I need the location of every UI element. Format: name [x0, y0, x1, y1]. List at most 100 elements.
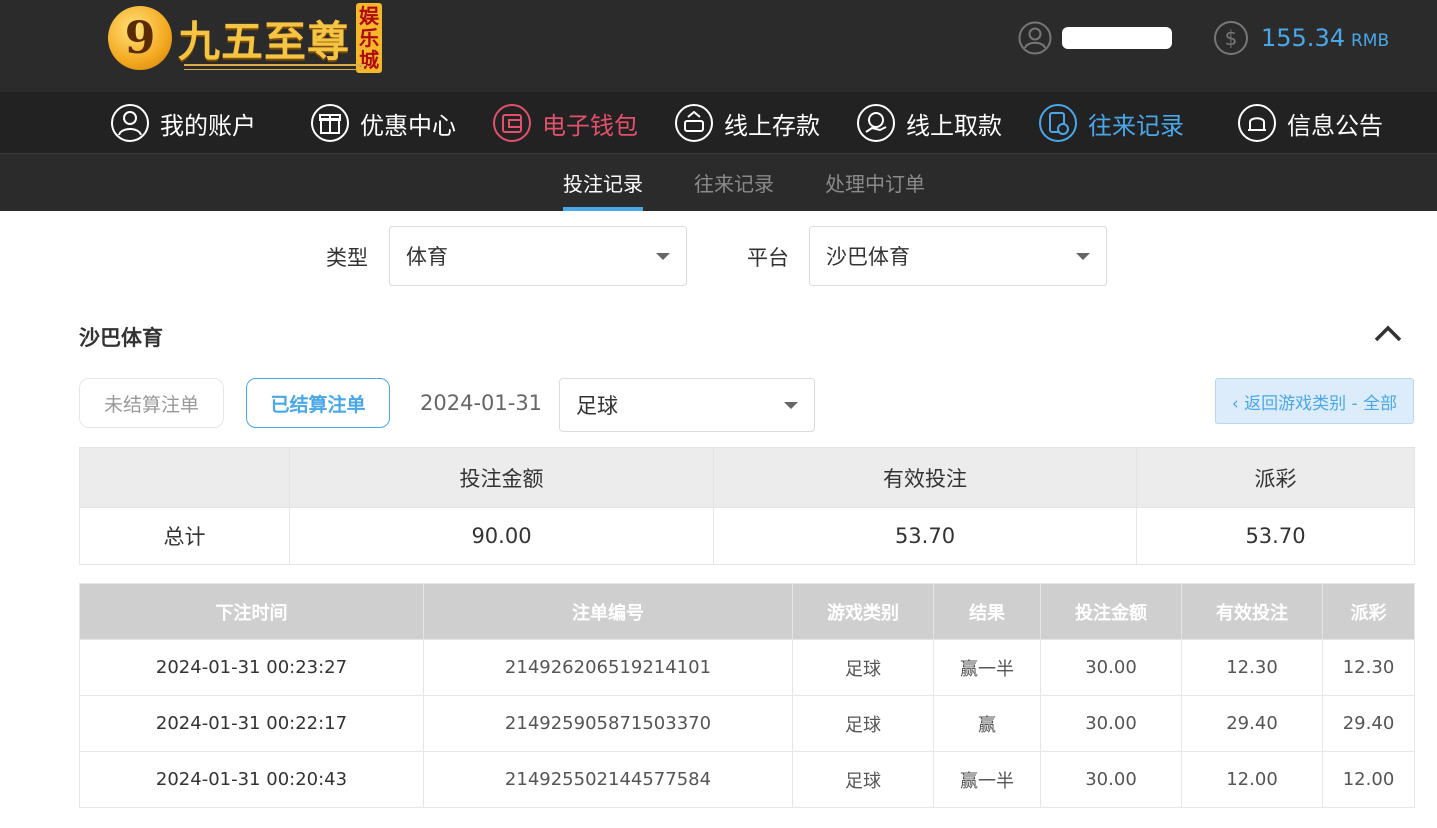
bet-amount: 30.00	[1040, 695, 1182, 752]
game-category: 足球	[792, 639, 934, 696]
platform-label: 平台	[747, 246, 789, 270]
table-row: 2024-01-31 00:20:43 214925502144577584 足…	[79, 751, 1415, 808]
nav-label: 往来记录	[1088, 111, 1184, 140]
tab-bet-records[interactable]: 投注记录	[563, 168, 643, 211]
summary-total-label: 总计	[79, 507, 290, 565]
summary-header-bet-amount: 投注金额	[289, 447, 714, 508]
valid-bet: 12.30	[1181, 639, 1323, 696]
bet-time: 2024-01-31 00:22:17	[79, 695, 424, 752]
caret-down-icon	[656, 253, 670, 260]
header-payout: 派彩	[1322, 583, 1415, 640]
summary-header-valid-bet: 有效投注	[713, 447, 1137, 508]
sport-select[interactable]: 足球	[559, 378, 815, 432]
summary-header-blank	[79, 447, 290, 508]
date-display[interactable]: 2024-01-31	[420, 391, 542, 415]
bet-id: 214926206519214101	[423, 639, 793, 696]
nav-label: 线上取款	[906, 111, 1002, 140]
bell-icon	[1238, 104, 1276, 142]
tab-transaction-records[interactable]: 往来记录	[694, 168, 774, 211]
header-bet-time: 下注时间	[79, 583, 424, 640]
dollar-icon: $	[1214, 21, 1248, 55]
deposit-icon	[675, 104, 713, 142]
main-nav: 我的账户 优惠中心 电子钱包 线上存款 线上取款 往来记录 信息公告	[0, 92, 1437, 154]
summary-payout: 53.70	[1136, 507, 1415, 565]
type-select-value: 体育	[406, 245, 448, 269]
bet-result: 赢	[933, 695, 1041, 752]
bet-detail-table: 下注时间 注单编号 游戏类别 结果 投注金额 有效投注 派彩 2024-01-3…	[79, 583, 1415, 808]
logo-mark: 9	[108, 6, 172, 70]
caret-down-icon	[1076, 253, 1090, 260]
logo-tag-char: 娱	[359, 4, 380, 28]
summary-header-row: 投注金额 有效投注 派彩	[79, 447, 1415, 508]
chevron-up-icon[interactable]	[1372, 320, 1404, 346]
nav-announcements[interactable]: 信息公告	[1237, 101, 1383, 145]
table-row: 2024-01-31 00:22:17 214925905871503370 足…	[79, 695, 1415, 752]
wallet-icon	[493, 104, 531, 142]
header-bet-amount: 投注金额	[1040, 583, 1182, 640]
nav-label: 线上存款	[724, 111, 820, 140]
bet-amount: 30.00	[1040, 751, 1182, 808]
section-title: 沙巴体育	[79, 326, 163, 350]
svg-text:$: $	[1225, 26, 1238, 50]
bet-result: 赢一半	[933, 751, 1041, 808]
balance-currency: RMB	[1350, 31, 1390, 51]
bet-amount: 30.00	[1040, 639, 1182, 696]
summary-valid-bet: 53.70	[713, 507, 1137, 565]
logo-tag: 娱 乐 城	[356, 3, 383, 73]
nav-label: 优惠中心	[360, 111, 456, 140]
nav-label: 我的账户	[160, 111, 256, 140]
user-circle-icon	[111, 104, 149, 142]
payout: 12.00	[1322, 751, 1415, 808]
records-icon	[1039, 104, 1077, 142]
withdraw-icon	[857, 104, 895, 142]
tab-pending-orders[interactable]: 处理中订单	[825, 168, 925, 211]
nav-label: 电子钱包	[542, 111, 638, 140]
nav-wallet[interactable]: 电子钱包	[492, 101, 638, 145]
logo-tag-char: 乐	[359, 26, 380, 50]
nav-label: 信息公告	[1287, 111, 1383, 140]
gift-icon	[311, 104, 349, 142]
settled-bets-button[interactable]: 已结算注单	[246, 378, 390, 428]
logo-ornament	[184, 64, 366, 70]
summary-bet-amount: 90.00	[289, 507, 714, 565]
user-info[interactable]	[1018, 18, 1172, 58]
type-select[interactable]: 体育	[389, 226, 687, 286]
sport-select-value: 足球	[576, 394, 618, 418]
game-category: 足球	[792, 695, 934, 752]
back-to-categories-button[interactable]: ‹ 返回游戏类别 - 全部	[1215, 378, 1414, 424]
nav-records[interactable]: 往来记录	[1038, 101, 1184, 145]
summary-header-payout: 派彩	[1136, 447, 1415, 508]
platform-select[interactable]: 沙巴体育	[809, 226, 1107, 286]
nav-deposit[interactable]: 线上存款	[674, 101, 820, 145]
payout: 29.40	[1322, 695, 1415, 752]
detail-header-row: 下注时间 注单编号 游戏类别 结果 投注金额 有效投注 派彩	[79, 583, 1415, 640]
payout: 12.30	[1322, 639, 1415, 696]
table-row: 2024-01-31 00:23:27 214926206519214101 足…	[79, 639, 1415, 696]
header-valid-bet: 有效投注	[1181, 583, 1323, 640]
valid-bet: 12.00	[1181, 751, 1323, 808]
balance-amount: 155.34	[1261, 24, 1345, 52]
game-category: 足球	[792, 751, 934, 808]
bet-time: 2024-01-31 00:20:43	[79, 751, 424, 808]
balance-area: $ 155.34 RMB	[1213, 18, 1389, 58]
summary-table: 投注金额 有效投注 派彩 总计 90.00 53.70 53.70	[79, 447, 1415, 565]
nav-promotions[interactable]: 优惠中心	[310, 101, 456, 145]
nav-my-account[interactable]: 我的账户	[110, 101, 256, 145]
type-label: 类型	[326, 246, 368, 270]
username-redacted	[1062, 27, 1172, 49]
logo-text: 九五至尊	[178, 16, 351, 66]
header-bet-id: 注单编号	[423, 583, 793, 640]
sub-tabs: 投注记录 往来记录 处理中订单	[0, 154, 1437, 211]
unsettled-bets-button[interactable]: 未结算注单	[79, 378, 224, 428]
bet-id: 214925905871503370	[423, 695, 793, 752]
summary-total-row: 总计 90.00 53.70 53.70	[79, 507, 1415, 565]
platform-select-value: 沙巴体育	[826, 245, 910, 269]
user-icon	[1018, 21, 1052, 55]
header-game-category: 游戏类别	[792, 583, 934, 640]
bet-result: 赢一半	[933, 639, 1041, 696]
caret-down-icon	[784, 402, 798, 409]
header-result: 结果	[933, 583, 1041, 640]
nav-withdraw[interactable]: 线上取款	[856, 101, 1002, 145]
top-header: 9 九五至尊 娱 乐 城 $ 155.34 RMB	[0, 0, 1437, 92]
bet-id: 214925502144577584	[423, 751, 793, 808]
